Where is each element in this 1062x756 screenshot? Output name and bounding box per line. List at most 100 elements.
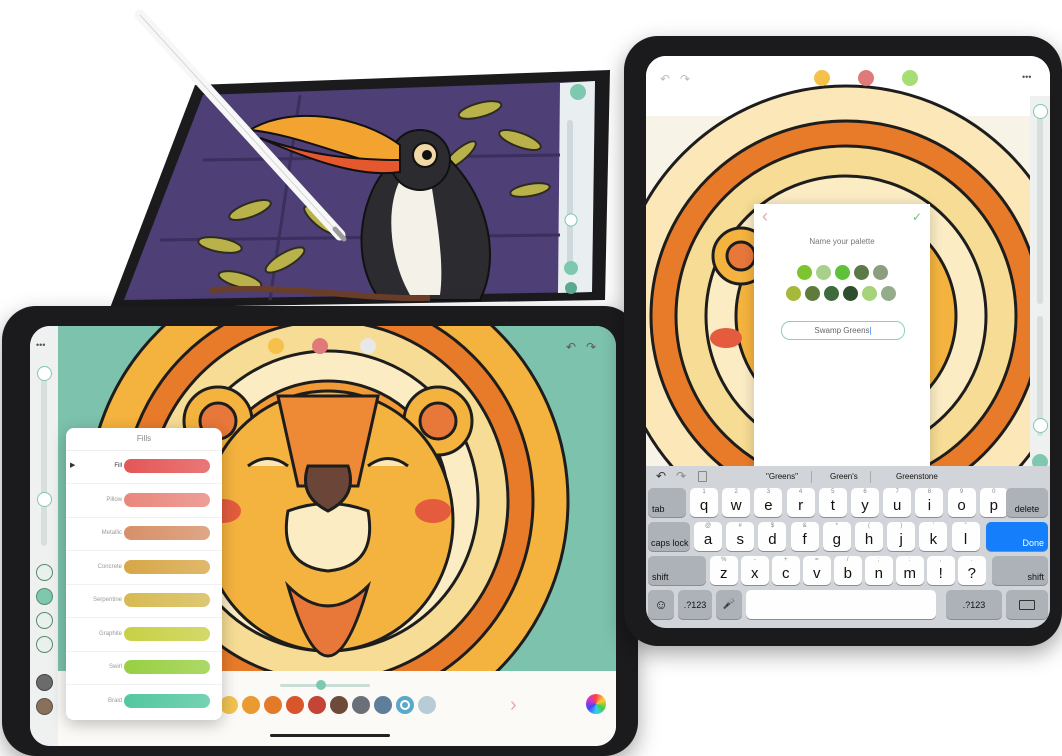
layers-icon[interactable] (36, 698, 53, 715)
undo-icon-right[interactable]: ↶ (660, 72, 670, 86)
palette-next-arrow[interactable]: › (510, 694, 517, 717)
new-palette-swatch[interactable] (835, 265, 850, 280)
keyboard-redo-icon[interactable]: ↷ (676, 469, 686, 483)
key-row3-5[interactable]: ; n (865, 556, 893, 585)
redo-icon-right[interactable]: ↷ (680, 72, 690, 86)
key-row1-9[interactable]: 0p (979, 488, 1008, 517)
fill-option-graphite[interactable]: Graphite (66, 620, 220, 648)
hide-keyboard-key[interactable] (1006, 590, 1048, 619)
fill-option-fill[interactable]: Fill (66, 452, 220, 480)
palette-color-swatch[interactable] (286, 696, 304, 714)
fill-option-serpentine[interactable]: Serpentine (66, 586, 220, 614)
done-key[interactable]: Done (986, 522, 1048, 551)
delete-key[interactable]: delete (1006, 488, 1048, 517)
checkmark-icon[interactable] (360, 338, 376, 354)
palette-color-swatch[interactable] (330, 696, 348, 714)
brush-size-thumb[interactable] (37, 366, 52, 381)
suggestion-3[interactable]: Greenstone (896, 472, 938, 481)
eyedropper-icon[interactable] (36, 674, 53, 691)
key-row3-6[interactable]: :m (896, 556, 924, 585)
key-row1-7[interactable]: 8i (915, 488, 944, 517)
more-menu-button[interactable]: ••• (36, 340, 45, 350)
suggestion-1[interactable]: "Greens" (766, 472, 798, 481)
gradient-tool-icon[interactable] (36, 612, 53, 629)
key-row2-0[interactable]: @ a (694, 522, 722, 551)
keyboard-paste-icon[interactable] (698, 471, 707, 482)
new-palette-swatch[interactable] (843, 286, 858, 301)
brush-size-slider-right[interactable] (1037, 104, 1043, 304)
key-row1-8[interactable]: 9o (947, 488, 976, 517)
key-row1-2[interactable]: 3e (754, 488, 783, 517)
key-row1-4[interactable]: 5t (818, 488, 847, 517)
key-row2-6[interactable]: ) j (887, 522, 916, 551)
key-row3-3[interactable]: = v (803, 556, 831, 585)
fill-option-metallic[interactable]: Metallic (66, 519, 220, 547)
key-row2-8[interactable]: " l (951, 522, 980, 551)
more-menu-button-right[interactable]: ••• (1022, 72, 1031, 82)
pencil-tool-icon[interactable] (36, 564, 53, 581)
redo-icon[interactable]: ↷ (586, 340, 596, 354)
new-palette-swatch[interactable] (854, 265, 869, 280)
dialog-back-icon[interactable]: ‹ (762, 206, 768, 227)
fill-option-concrete[interactable]: Concrete (66, 553, 220, 581)
key-row2-2[interactable]: $ d (758, 522, 787, 551)
key-row2-7[interactable]: ' k (919, 522, 948, 551)
fill-option-pillow[interactable]: Pillow (66, 486, 220, 514)
new-palette-swatch[interactable] (805, 286, 820, 301)
numbers-key-left[interactable]: .?123 (678, 590, 712, 619)
new-palette-swatch[interactable] (862, 286, 877, 301)
palette-name-input[interactable]: Swamp Greens | (781, 321, 905, 340)
key-row1-0[interactable]: 1q (690, 488, 718, 517)
palette-color-swatch[interactable] (242, 696, 260, 714)
key-row3-0[interactable]: % z (710, 556, 738, 585)
emoji-key[interactable]: ☺ (648, 590, 674, 619)
opacity-thumb-right[interactable] (1033, 418, 1048, 433)
key-row2-3[interactable]: & f (790, 522, 819, 551)
palette-color-swatch[interactable] (374, 696, 392, 714)
palette-color-swatch[interactable] (264, 696, 282, 714)
palette-scroll-thumb[interactable] (316, 680, 326, 690)
palette-color-swatch[interactable] (418, 696, 436, 714)
color-wheel-icon[interactable] (586, 694, 606, 714)
key-row3-4[interactable]: / b (834, 556, 862, 585)
book-icon[interactable] (268, 338, 284, 354)
new-palette-swatch[interactable] (881, 286, 896, 301)
key-row3-8[interactable]: .? (958, 556, 986, 585)
dialog-confirm-icon[interactable]: ✓ (912, 210, 922, 224)
new-palette-swatch[interactable] (797, 265, 812, 280)
new-palette-swatch[interactable] (786, 286, 801, 301)
key-row3-2[interactable]: + c (772, 556, 800, 585)
eraser-tool-icon[interactable] (36, 636, 53, 653)
key-row1-1[interactable]: 2w (722, 488, 751, 517)
shift-key-right[interactable]: shift (992, 556, 1048, 585)
brush-size-thumb-right[interactable] (1033, 104, 1048, 119)
fill-tool-icon[interactable] (36, 588, 53, 605)
key-row2-5[interactable]: (h (855, 522, 883, 551)
dictation-key[interactable]: 🎤 (716, 590, 742, 619)
new-palette-swatch[interactable] (873, 265, 888, 280)
numbers-key-right[interactable]: .?123 (946, 590, 1002, 619)
key-row2-1[interactable]: # s (726, 522, 755, 551)
key-row1-5[interactable]: 6y (851, 488, 879, 517)
key-row3-1[interactable]: -x (741, 556, 769, 585)
key-row2-4[interactable]: * g (822, 522, 851, 551)
fill-option-swirl[interactable]: Swirl (66, 653, 220, 681)
help-icon[interactable] (312, 338, 328, 354)
key-row3-7[interactable]: ,! (927, 556, 955, 585)
key-row1-6[interactable]: 7u (883, 488, 912, 517)
keyboard-undo-icon[interactable]: ↶ (656, 469, 666, 483)
key-row1-3[interactable]: 4r (786, 488, 815, 517)
palette-color-swatch[interactable] (396, 696, 414, 714)
shift-key-left[interactable]: shift (648, 556, 706, 585)
palette-color-swatch[interactable] (352, 696, 370, 714)
help-icon-right[interactable] (858, 70, 874, 86)
suggestion-2[interactable]: Green's (830, 472, 858, 481)
caps-lock-key[interactable]: caps lock (648, 522, 690, 551)
fill-option-braid[interactable]: Braid (66, 687, 220, 715)
new-palette-swatch[interactable] (816, 265, 831, 280)
palette-color-swatch[interactable] (220, 696, 238, 714)
book-icon-right[interactable] (814, 70, 830, 86)
palette-color-swatch[interactable] (308, 696, 326, 714)
checkmark-icon-right[interactable] (902, 70, 918, 86)
new-palette-swatch[interactable] (824, 286, 839, 301)
